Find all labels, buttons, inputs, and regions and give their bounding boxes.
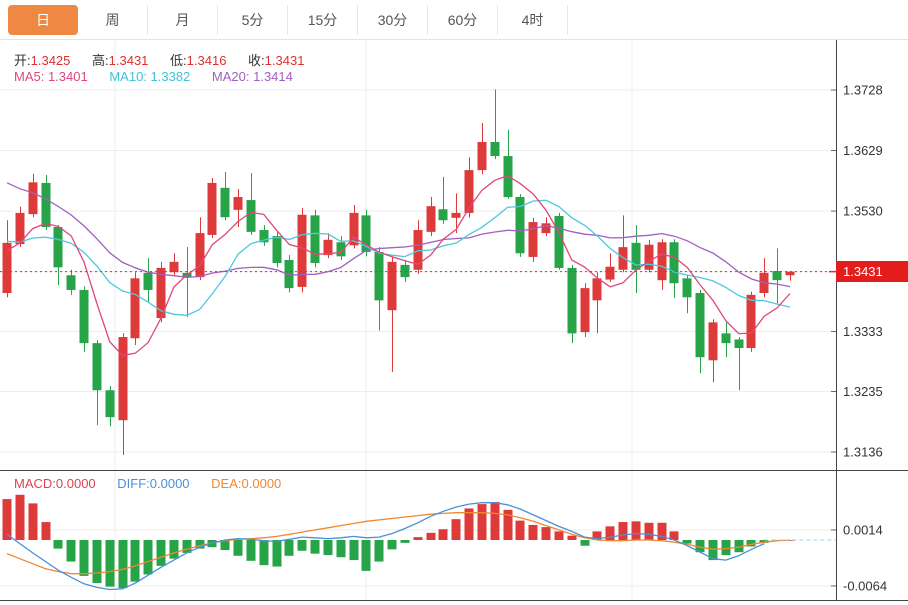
tab-month[interactable]: 月 [148,5,218,35]
ma10-value: MA10: 1.3382 [109,69,190,84]
tab-5min[interactable]: 5分 [218,5,288,35]
ma20-value: MA20: 1.3414 [212,69,293,84]
y-axis-label: -0.0064 [843,578,887,593]
tab-60min[interactable]: 60分 [428,5,498,35]
y-axis-label: 0.0014 [843,522,883,537]
y-axis-label: 1.3530 [843,204,883,219]
macd-bars [3,495,795,588]
macd-value: MACD:0.0000 [14,476,96,491]
tab-week[interactable]: 周 [78,5,148,35]
macd-readout: MACD:0.0000 DIFF:0.0000 DEA:0.0000 [14,476,281,491]
close-value: 1.3431 [265,53,305,68]
tab-15min[interactable]: 15分 [288,5,358,35]
low-label: 低: [170,53,187,68]
low-value: 1.3416 [187,53,227,68]
high-value: 1.3431 [109,53,149,68]
dea-value: DEA:0.0000 [211,476,281,491]
tab-day[interactable]: 日 [8,5,78,35]
tab-4hour[interactable]: 4时 [498,5,568,35]
y-axis-label: 1.3235 [843,384,883,399]
y-axis-labels: 1.37281.36291.35301.34311.33331.32351.31… [831,83,887,594]
y-axis-label: 1.3728 [843,83,883,98]
y-axis-label: 1.3629 [843,143,883,158]
high-label: 高: [92,53,109,68]
ohlc-readout: 开:1.3425 高:1.3431 低:1.3416 收:1.3431 [14,50,304,69]
open-label: 开: [14,53,31,68]
open-value: 1.3425 [31,53,71,68]
current-price-badge: 1.3431 [836,261,908,282]
ma-readout: MA5: 1.3401 MA10: 1.3382 MA20: 1.3414 [14,69,293,84]
ma5-value: MA5: 1.3401 [14,69,88,84]
y-axis-label: 1.3136 [843,445,883,460]
y-axis-label: 1.3333 [843,324,883,339]
tab-30min[interactable]: 30分 [358,5,428,35]
close-label: 收: [248,53,265,68]
period-tabbar: 日 周 月 5分 15分 30分 60分 4时 [0,0,908,40]
kline-chart[interactable]: 1.3728 1.3629 1.3530 1.3431 1.3333 1.3235 1.31… [0,0,908,605]
diff-value: DIFF:0.0000 [117,476,189,491]
